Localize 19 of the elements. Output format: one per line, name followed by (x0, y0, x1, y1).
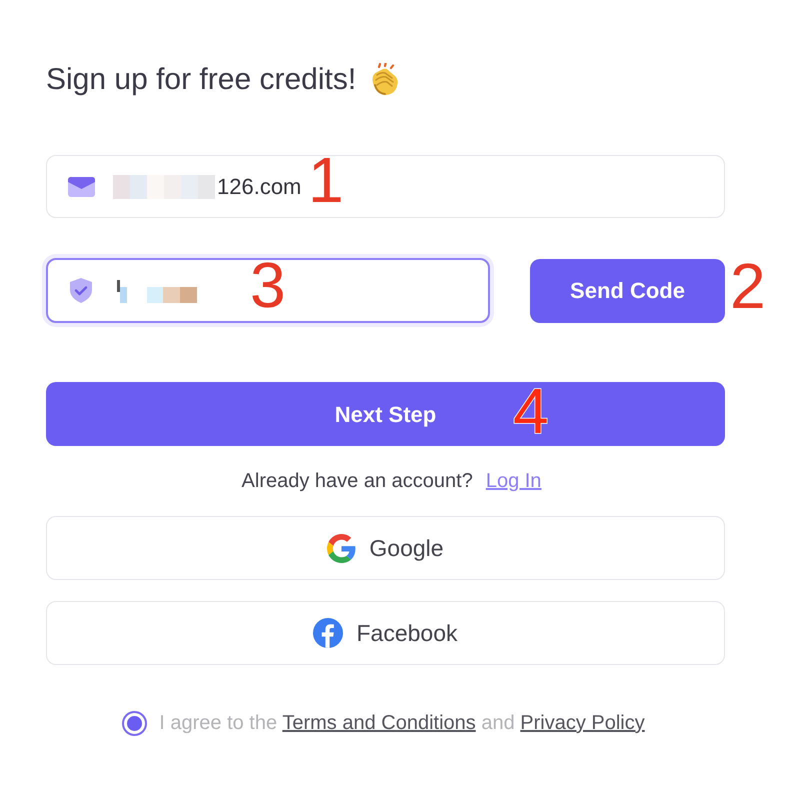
annotation-number: 4 (513, 387, 549, 435)
facebook-sign-in-button[interactable]: Facebook (46, 601, 725, 665)
policy-link[interactable]: Privacy Policy (520, 712, 645, 734)
email-field[interactable]: 126.com 1 (46, 155, 725, 218)
policy-link[interactable]: Terms and Conditions (282, 712, 476, 734)
login-prompt-text: Already have an account? (242, 469, 473, 494)
send-code-button[interactable]: Send Code (530, 258, 725, 322)
shield-check-icon (70, 278, 92, 303)
facebook-logo-icon (313, 618, 344, 648)
agreement-radio[interactable] (122, 710, 148, 736)
heading: Sign up for free credits! (46, 65, 356, 95)
annotation-number: 2 (730, 262, 766, 310)
email-value: 126.com (217, 173, 302, 201)
google-logo-icon (327, 534, 356, 562)
agreement-text: I agree to the Terms and Conditions and Privacy Policy (159, 711, 645, 736)
annotation-number: 1 (308, 156, 344, 204)
google-sign-in-button[interactable]: Google (46, 516, 725, 580)
envelope-icon (68, 176, 95, 196)
annotation-number: 3 (250, 261, 286, 309)
